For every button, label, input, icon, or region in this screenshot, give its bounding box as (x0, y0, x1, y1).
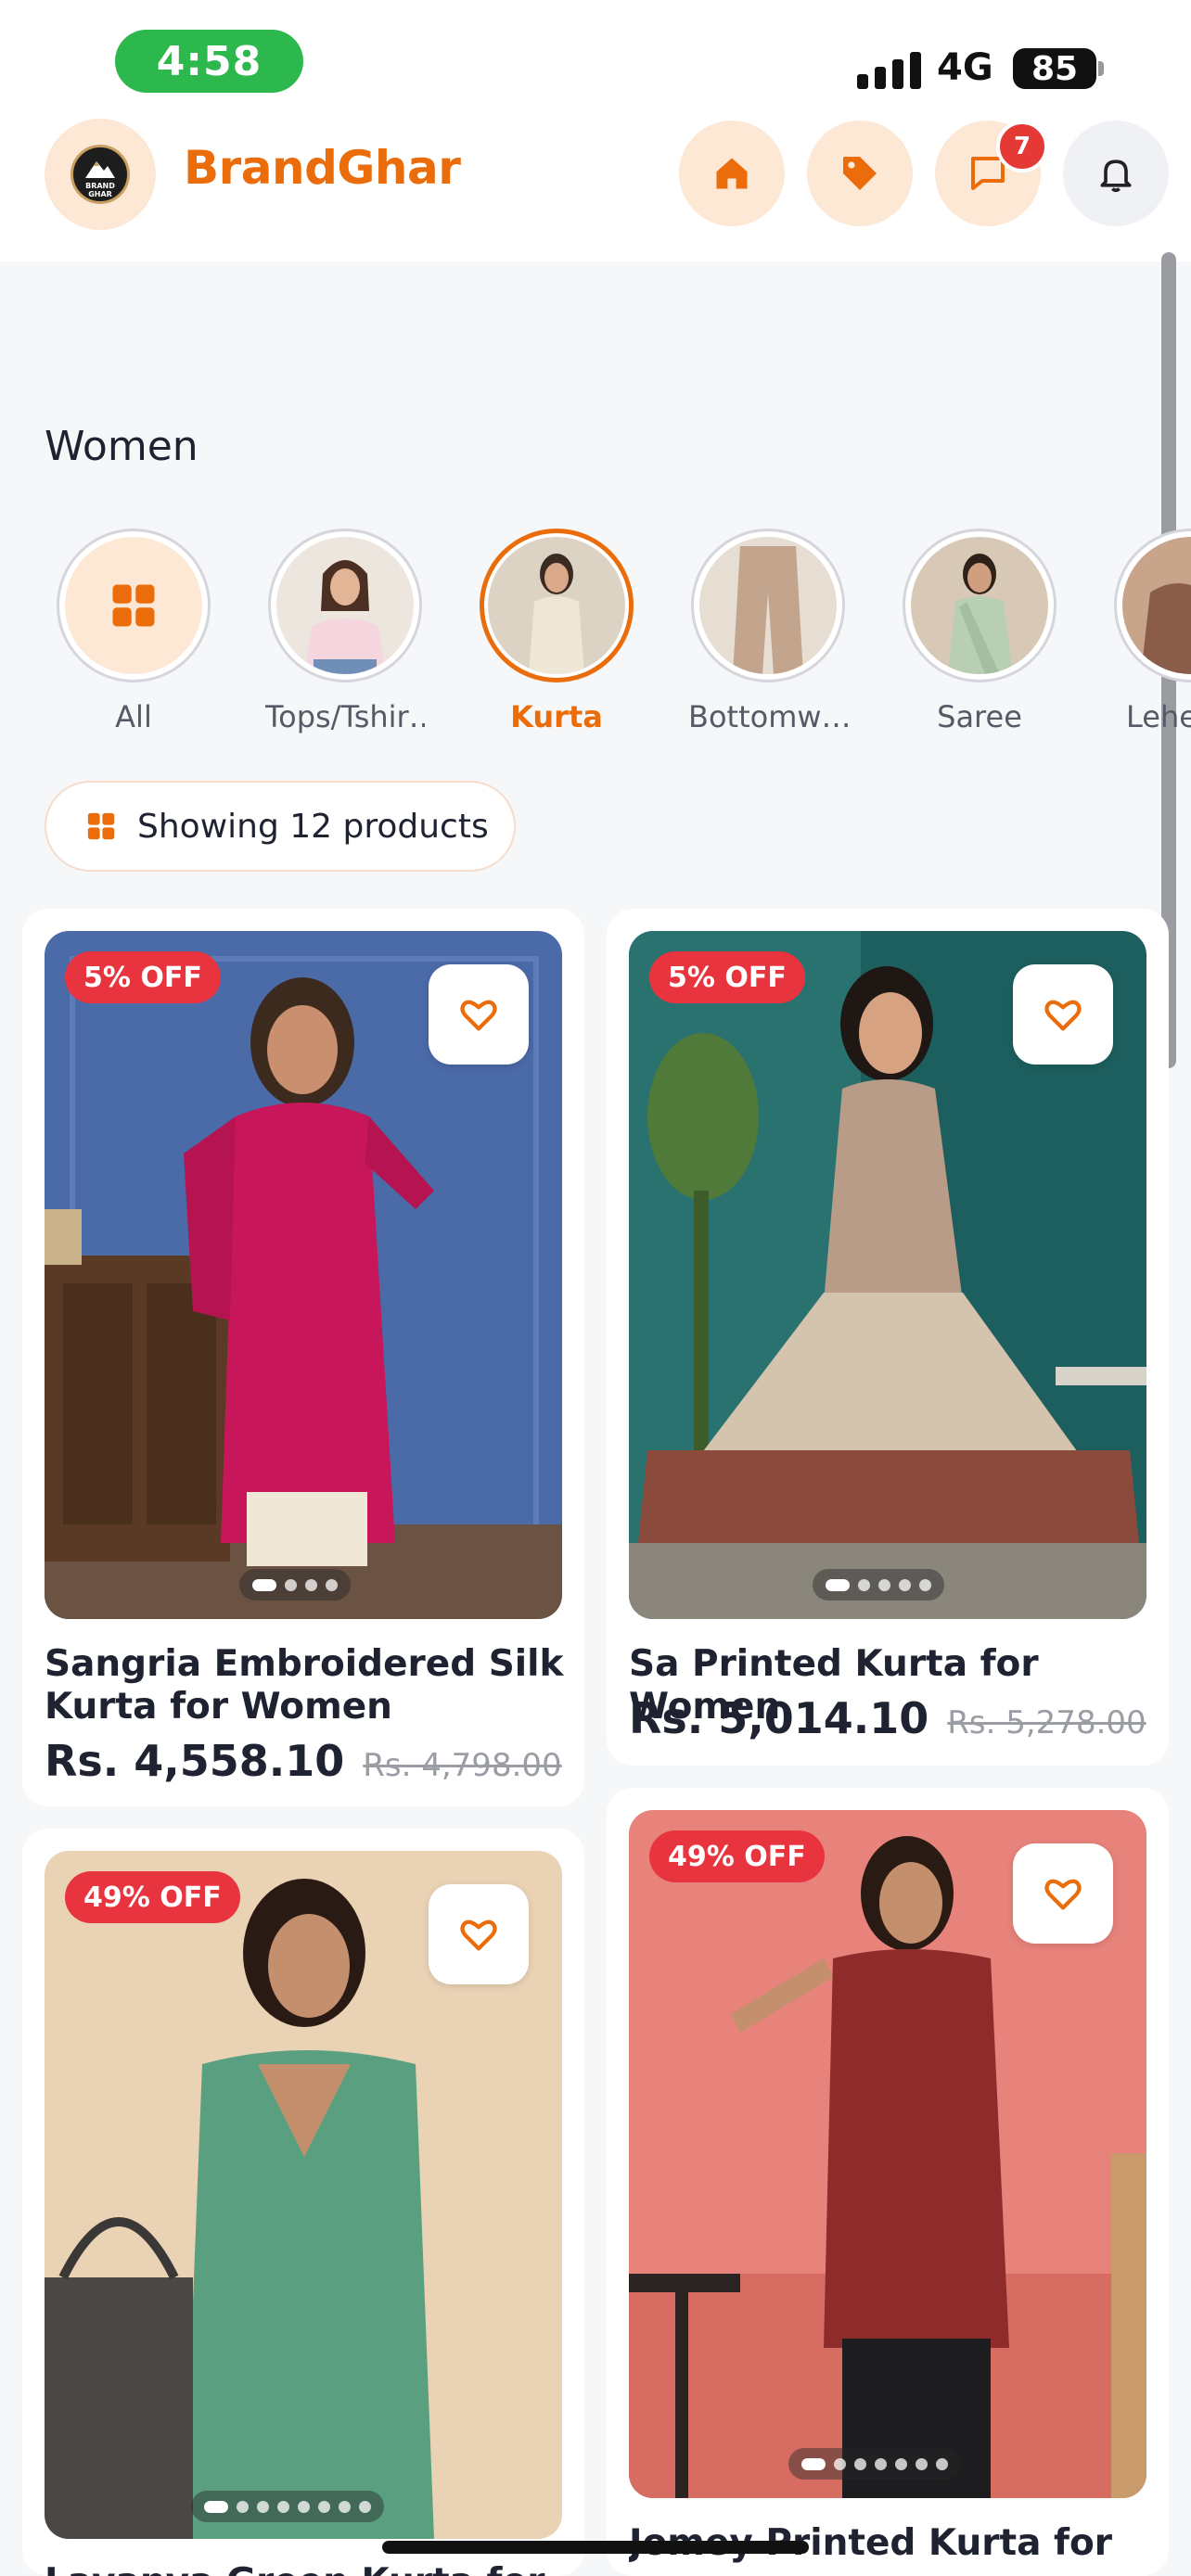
category-all[interactable]: All (54, 529, 213, 734)
category-label: Lehe (1126, 699, 1191, 734)
section-title: Women (45, 423, 198, 470)
category-label: Tops/Tshir… (265, 699, 425, 734)
home-button[interactable] (679, 121, 785, 226)
grid-icon (65, 537, 202, 674)
logo-text: BRAND GHAR (85, 182, 115, 198)
category-label: Kurta (510, 699, 603, 734)
image-carousel-dots[interactable] (239, 1569, 351, 1600)
image-carousel-dots[interactable] (788, 2448, 961, 2480)
discount-badge: 5% OFF (649, 951, 805, 1003)
cellular-signal-icon (857, 50, 922, 89)
discount-badge: 49% OFF (65, 1871, 240, 1923)
image-carousel-dots[interactable] (813, 1569, 944, 1600)
product-mrp: Rs. 5,278.00 (947, 1704, 1146, 1741)
wishlist-button[interactable] (429, 964, 529, 1065)
tag-icon (843, 157, 877, 190)
category-lehenga[interactable]: Lehe (1111, 529, 1191, 734)
brand-name: BrandGhar (184, 141, 461, 195)
category-thumb (691, 529, 845, 682)
product-price: Rs. 5,014.10 (629, 1693, 929, 1743)
bell-icon (1100, 159, 1132, 193)
category-label: Bottomw… (688, 699, 848, 734)
category-label: Saree (937, 699, 1022, 734)
category-thumb (1114, 529, 1191, 682)
category-image (276, 537, 414, 674)
product-name[interactable]: Lavanya Green Kurta for (45, 2561, 564, 2576)
category-kurta[interactable]: Kurta (477, 529, 636, 734)
status-time: 4:58 (115, 30, 303, 93)
price-row: Rs. 5,014.10 Rs. 5,278.00 (629, 1693, 1146, 1743)
results-count-text: Showing 12 products (137, 807, 489, 846)
category-image (911, 537, 1048, 674)
grid-icon (87, 812, 115, 840)
category-bottomwear[interactable]: Bottomw… (688, 529, 848, 734)
category-saree[interactable]: Saree (900, 529, 1059, 734)
discount-badge: 5% OFF (65, 951, 221, 1003)
category-label: All (115, 699, 152, 734)
battery-indicator: 85 (1013, 48, 1096, 89)
category-thumb (903, 529, 1057, 682)
image-carousel-dots[interactable] (191, 2491, 384, 2522)
heart-icon (460, 1000, 497, 1031)
wishlist-button[interactable] (429, 1884, 529, 1984)
category-image (699, 537, 837, 674)
heart-icon (1044, 1000, 1082, 1031)
network-type: 4G (937, 46, 993, 89)
results-count: Showing 12 products (45, 781, 516, 872)
home-indicator[interactable] (382, 2541, 809, 2554)
notifications-button[interactable] (1063, 121, 1169, 226)
home-icon (716, 158, 748, 189)
category-image (488, 537, 625, 674)
heart-icon (460, 1919, 497, 1951)
battery-tip (1098, 61, 1104, 76)
product-price: Rs. 4,558.10 (45, 1736, 345, 1786)
heart-icon (1044, 1879, 1082, 1910)
product-name[interactable]: Sangria Embroidered Silk Kurta for Women (45, 1643, 564, 1728)
discount-badge: 49% OFF (649, 1830, 825, 1882)
wishlist-button[interactable] (1013, 964, 1113, 1065)
category-tops[interactable]: Tops/Tshir… (265, 529, 425, 734)
offers-button[interactable] (807, 121, 913, 226)
messages-badge: 7 (996, 121, 1048, 172)
category-thumb (268, 529, 422, 682)
category-thumb (57, 529, 211, 682)
price-row: Rs. 4,558.10 Rs. 4,798.00 (45, 1736, 562, 1786)
category-image (1122, 537, 1191, 674)
product-mrp: Rs. 4,798.00 (363, 1747, 562, 1784)
mountain-icon (85, 161, 115, 178)
wishlist-button[interactable] (1013, 1843, 1113, 1944)
category-thumb (480, 529, 634, 682)
